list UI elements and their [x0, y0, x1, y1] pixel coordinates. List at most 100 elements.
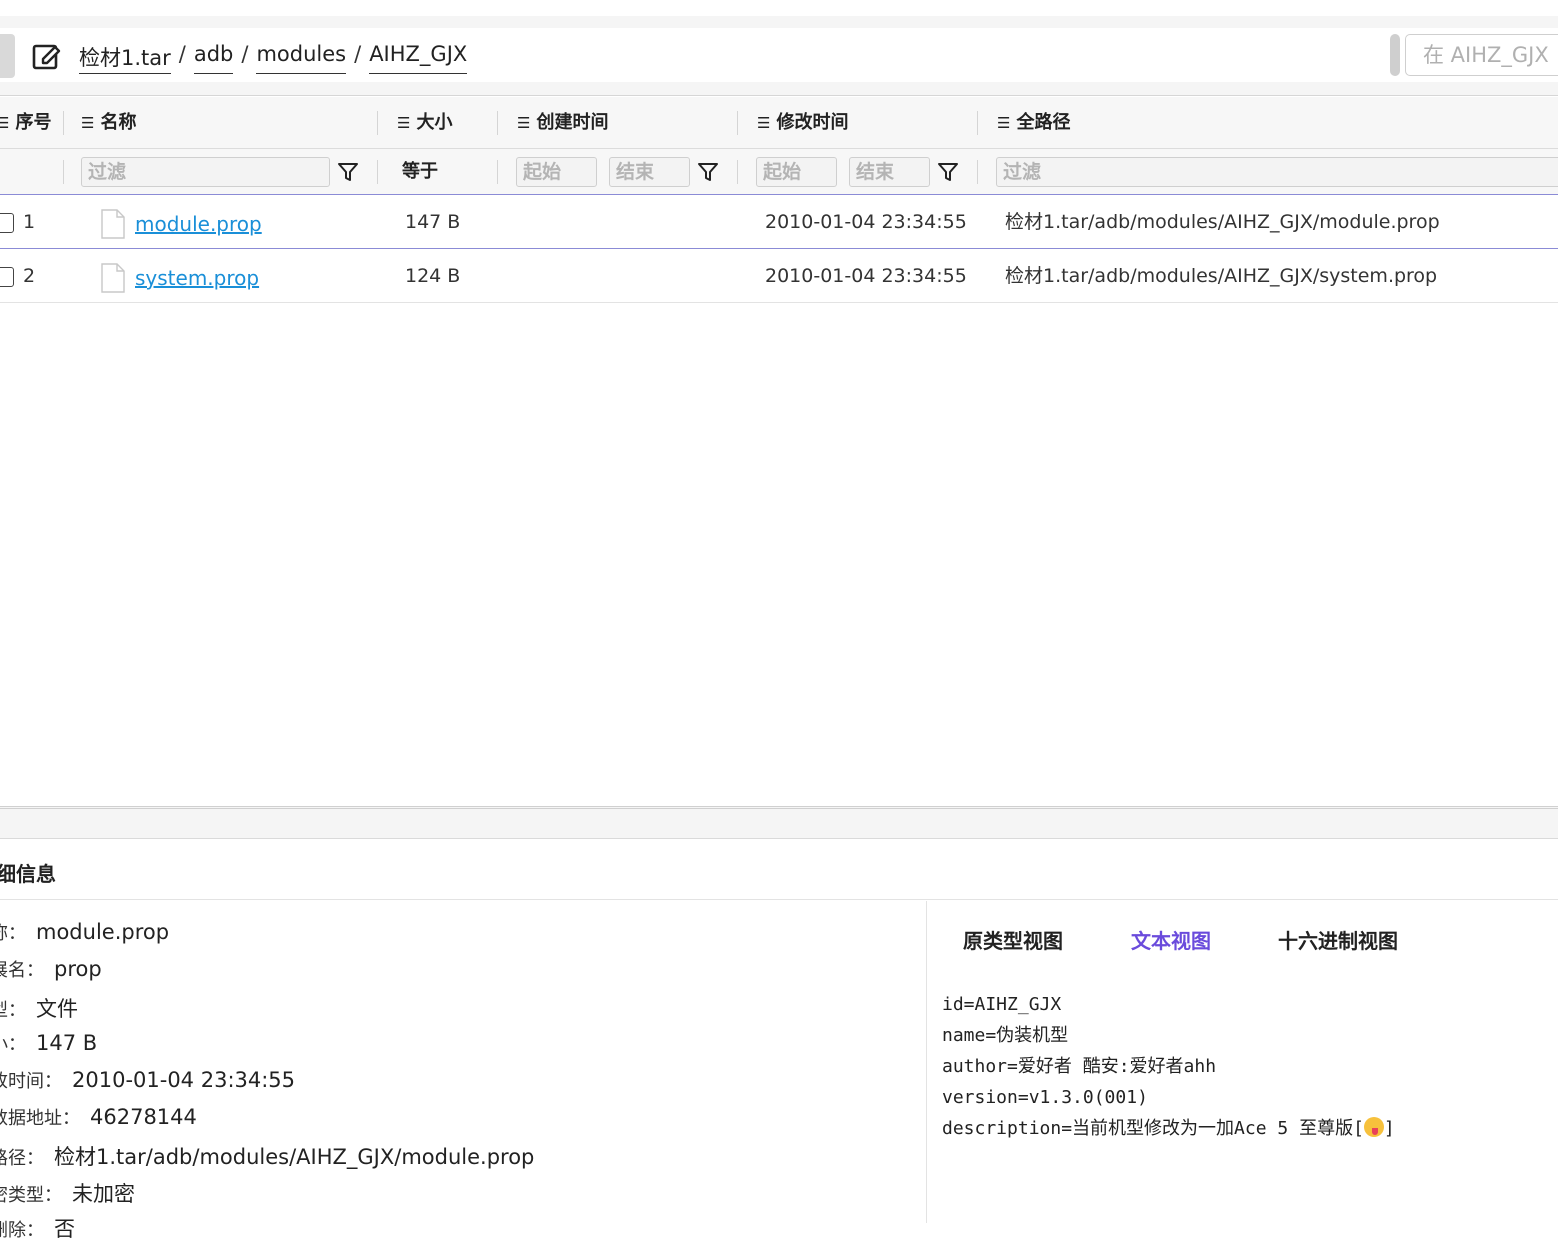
column-header-name[interactable]: ☰ 名称	[81, 97, 136, 149]
detail-title: 细信息	[0, 862, 56, 886]
column-header-fullpath[interactable]: ☰ 全路径	[997, 97, 1070, 149]
text-line-suffix: ]	[1383, 1118, 1395, 1139]
toolbar-scroll-thumb[interactable]	[1390, 34, 1400, 76]
property-encryption: 密类型： 未加密	[0, 1178, 135, 1208]
tab-hex-view[interactable]: 十六进制视图	[1278, 925, 1398, 954]
size-filter-operator[interactable]: 等于	[402, 149, 438, 195]
file-fullpath: 检材1.tar/adb/modules/AIHZ_GJX/module.prop	[1005, 211, 1440, 233]
funnel-icon[interactable]	[337, 161, 359, 183]
file-name[interactable]: system.prop	[135, 266, 259, 290]
file-viewer: 原类型视图 文本视图 十六进制视图 id=AIHZ_GJX name=伪装机型 au…	[928, 901, 1558, 1223]
face-savoring-emoji-icon	[1363, 1117, 1384, 1137]
file-name-link[interactable]: system.prop	[135, 251, 259, 305]
row-checkbox[interactable]	[0, 213, 14, 233]
list-icon: ☰	[81, 114, 95, 132]
property-key: 改时间：	[0, 1071, 62, 1092]
file-size: 124 B	[405, 265, 461, 287]
column-header-created[interactable]: ☰ 创建时间	[517, 97, 608, 149]
breadcrumb-item-current[interactable]: AIHZ_GJX	[369, 42, 468, 74]
column-divider[interactable]	[63, 111, 64, 135]
property-extension: 展名： prop	[0, 956, 102, 982]
column-divider	[977, 160, 978, 184]
property-modified: 改时间： 2010-01-04 23:34:55	[0, 1067, 295, 1093]
property-value: 否	[54, 1217, 75, 1241]
text-line: version=v1.3.0(001)	[942, 1087, 1148, 1108]
column-divider	[377, 160, 378, 184]
funnel-icon[interactable]	[697, 161, 719, 183]
toolbar: 检材1.tar / adb / modules / AIHZ_GJX 在 AIH…	[0, 16, 1558, 96]
table-header: ☰ 序号 ☰ 名称 ☰ 大小 ☰ 创建时间 ☰ 修改时间 ☰ 全路径	[0, 97, 1558, 149]
column-divider	[737, 160, 738, 184]
row-checkbox[interactable]	[0, 267, 14, 287]
property-value: 2010-01-04 23:34:55	[72, 1068, 296, 1092]
tab-text-view[interactable]: 文本视图	[1131, 925, 1211, 954]
row-index: 1	[23, 211, 36, 233]
property-deleted: 删除： 否	[0, 1213, 75, 1243]
column-divider	[63, 160, 64, 184]
property-value: 检材1.tar/adb/modules/AIHZ_GJX/module.prop	[54, 1145, 535, 1169]
name-filter-input[interactable]: 过滤	[81, 157, 330, 187]
path-filter-input[interactable]: 过滤	[996, 157, 1558, 187]
property-value: module.prop	[36, 920, 170, 944]
property-key: 路径：	[0, 1148, 44, 1169]
left-panel-toggle[interactable]	[0, 34, 15, 78]
list-icon: ☰	[397, 114, 411, 132]
text-line: name=伪装机型	[942, 1025, 1069, 1046]
file-icon	[101, 209, 125, 239]
file-icon	[101, 263, 125, 293]
column-divider	[497, 160, 498, 184]
created-start-input[interactable]: 起始	[516, 157, 597, 187]
property-key: 密类型：	[0, 1185, 62, 1206]
table-row[interactable]: 2 system.prop 124 B 2010-01-04 23:34:55 …	[0, 249, 1558, 303]
text-line: description=当前机型修改为一加Ace 5 至尊版[	[942, 1118, 1364, 1139]
search-input[interactable]: 在 AIHZ_GJX	[1405, 34, 1558, 76]
column-label: 序号	[15, 112, 52, 133]
property-key: 小：	[0, 1034, 26, 1055]
column-header-size[interactable]: ☰ 大小	[397, 97, 452, 149]
panel-splitter[interactable]	[0, 806, 1558, 839]
breadcrumb-item-modules[interactable]: modules	[256, 42, 347, 74]
file-name[interactable]: module.prop	[135, 212, 262, 236]
edit-icon[interactable]	[30, 40, 62, 72]
list-icon: ☰	[757, 114, 771, 132]
column-divider[interactable]	[977, 111, 978, 135]
toolbar-bar: 检材1.tar / adb / modules / AIHZ_GJX 在 AIH…	[0, 28, 1558, 82]
funnel-icon[interactable]	[937, 161, 959, 183]
property-value: 未加密	[72, 1182, 135, 1206]
property-key: 型：	[0, 1000, 26, 1021]
breadcrumb-separator: /	[241, 42, 249, 66]
property-value: 46278144	[90, 1105, 197, 1129]
detail-header: 细信息	[0, 840, 1558, 900]
modified-start-input[interactable]: 起始	[756, 157, 837, 187]
column-label: 大小	[416, 112, 453, 133]
column-divider[interactable]	[377, 111, 378, 135]
column-label: 创建时间	[536, 112, 609, 133]
list-icon: ☰	[0, 114, 10, 132]
column-header-modified[interactable]: ☰ 修改时间	[757, 97, 848, 149]
file-modified: 2010-01-04 23:34:55	[765, 211, 967, 233]
file-table: ☰ 序号 ☰ 名称 ☰ 大小 ☰ 创建时间 ☰ 修改时间 ☰ 全路径 过滤 等于 起始 结束…	[0, 97, 1558, 303]
tab-original-view[interactable]: 原类型视图	[963, 925, 1063, 954]
property-value: 文件	[36, 997, 78, 1021]
property-key: 删除：	[0, 1220, 44, 1241]
list-icon: ☰	[997, 114, 1011, 132]
file-fullpath: 检材1.tar/adb/modules/AIHZ_GJX/system.prop	[1005, 265, 1438, 287]
table-row[interactable]: 1 module.prop 147 B 2010-01-04 23:34:55 …	[0, 195, 1558, 249]
property-key: 称：	[0, 923, 26, 944]
breadcrumb-item-adb[interactable]: adb	[193, 42, 234, 74]
column-label: 修改时间	[776, 112, 849, 133]
file-name-link[interactable]: module.prop	[135, 197, 262, 251]
property-value: 147 B	[36, 1031, 98, 1055]
column-label: 名称	[100, 112, 137, 133]
text-line-description: description=当前机型修改为一加Ace 5 至尊版[]	[942, 1113, 1395, 1144]
property-key: 展名：	[0, 960, 44, 981]
created-end-input[interactable]: 结束	[609, 157, 690, 187]
column-divider[interactable]	[737, 111, 738, 135]
modified-end-input[interactable]: 结束	[849, 157, 930, 187]
file-size: 147 B	[405, 211, 461, 233]
column-divider[interactable]	[497, 111, 498, 135]
breadcrumb: 检材1.tar / adb / modules / AIHZ_GJX	[79, 42, 468, 74]
breadcrumb-item-root[interactable]: 检材1.tar	[79, 42, 171, 74]
column-header-index[interactable]: ☰ 序号	[0, 97, 51, 149]
text-line: id=AIHZ_GJX	[942, 994, 1062, 1015]
